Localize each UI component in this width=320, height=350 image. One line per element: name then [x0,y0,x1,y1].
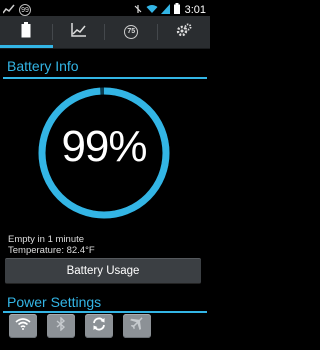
power-toggle-row [9,314,151,338]
battery-percent: 99% [61,122,147,171]
tab-temperature[interactable]: 75 [105,16,158,48]
battery-usage-button[interactable]: Battery Usage [5,258,201,284]
notification-badge: 99 [19,4,31,16]
battery-info-title: Battery Info [7,58,79,74]
sync-toggle-button[interactable] [85,314,113,338]
temperature-badge: 75 [124,25,139,39]
wifi-toggle-button[interactable] [9,314,37,338]
status-bar: 99 3:01 [0,0,210,16]
battery-icon [21,21,31,43]
power-settings-divider [3,311,207,313]
temperature-reading: Temperature: 82.4°F [8,245,95,256]
battery-info-divider [3,77,207,79]
sync-icon [92,317,106,336]
airplane-icon [130,316,144,336]
clock: 3:01 [184,4,206,16]
bluetooth-toggle-button[interactable] [47,314,75,338]
airplane-mode-toggle-button[interactable] [123,314,151,338]
tab-battery[interactable] [0,16,53,48]
tab-graph[interactable] [53,16,105,48]
wifi-icon [15,317,31,335]
chart-icon [71,22,87,42]
settings-icon [176,23,192,42]
power-settings-title: Power Settings [7,294,102,310]
tab-settings[interactable] [158,16,211,48]
empty-estimate: Empty in 1 minute [8,234,85,245]
bluetooth-icon [56,315,66,336]
tab-bar: 75 [0,16,210,49]
